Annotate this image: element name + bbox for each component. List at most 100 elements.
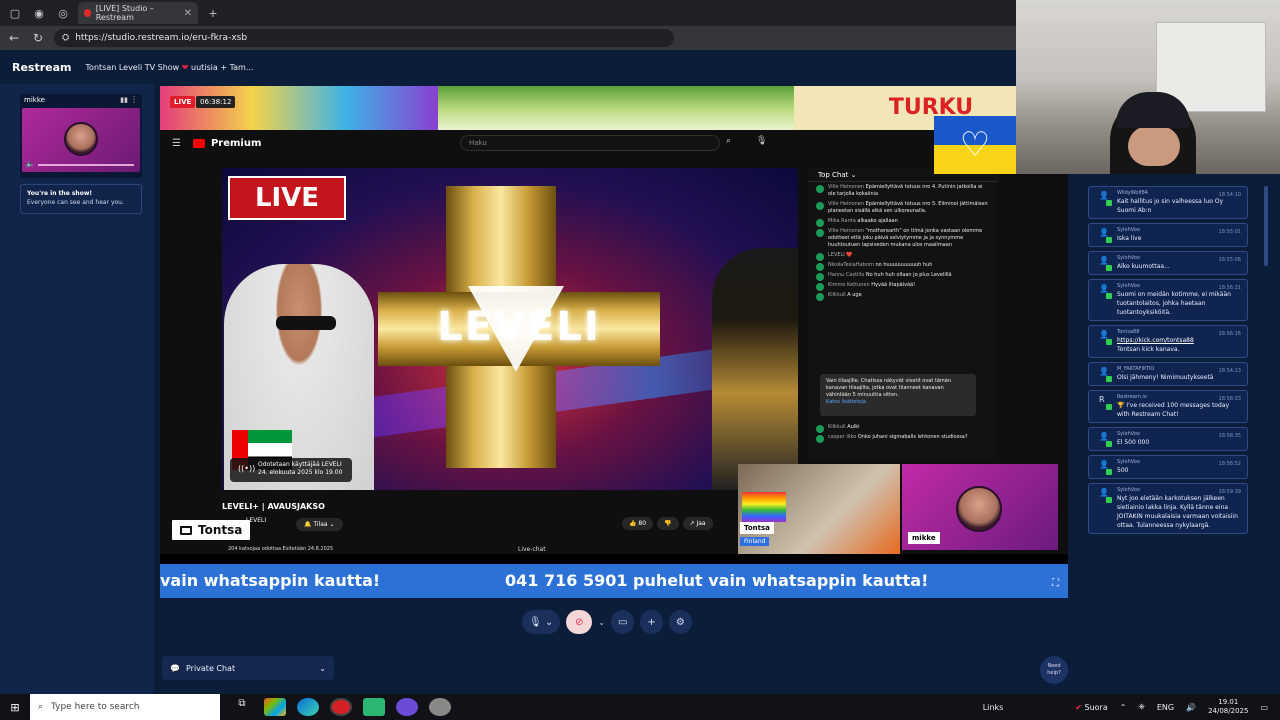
search-icon[interactable]: ⌕ bbox=[726, 136, 731, 146]
app-header: Restream Tontsan Leveli TV Show ❤ uutisi… bbox=[0, 50, 1016, 84]
menu-icon[interactable]: ☰ bbox=[172, 138, 181, 149]
mic-icon[interactable]: 🎙 bbox=[756, 136, 767, 146]
record-icon[interactable]: ◎ bbox=[54, 4, 72, 22]
youtube-search-input[interactable]: Haku bbox=[460, 135, 720, 151]
private-chat-label: Private Chat bbox=[185, 663, 236, 673]
chat-timestamp: 18:59:39 bbox=[1218, 489, 1241, 495]
youtube-logo[interactable]: Premium bbox=[192, 137, 262, 149]
guest-tile-mikke[interactable]: mikke bbox=[902, 464, 1058, 550]
avatar-icon: 👤 bbox=[1099, 488, 1109, 497]
mic-button[interactable]: 🎙 ⌄ bbox=[522, 610, 561, 634]
task-view-icon[interactable]: ⧉ bbox=[231, 698, 253, 716]
subscribe-label: Tilaa bbox=[313, 521, 328, 528]
close-tab-icon[interactable]: ✕ bbox=[184, 8, 192, 19]
site-info-icon[interactable]: ⛭ bbox=[62, 33, 69, 43]
dislike-button[interactable]: 👎 bbox=[657, 517, 679, 530]
participant-card[interactable]: mikke ▮▮ ⋮ 🔈 bbox=[20, 94, 142, 178]
notice-link[interactable]: Katso lisätietoja bbox=[826, 399, 866, 405]
avatar-icon: 👤 bbox=[1099, 256, 1109, 265]
workspaces-icon[interactable]: ◉ bbox=[30, 4, 48, 22]
camera-options-icon[interactable]: ⌄ bbox=[598, 618, 605, 627]
chat-text: Olsi jähmeny! Nimimuutykseetä bbox=[1117, 374, 1214, 381]
video-meta: 204 katsojaa odottaa Esitetään 24.8.2025 bbox=[228, 546, 334, 552]
app-icon-grey[interactable] bbox=[429, 698, 451, 716]
reload-icon[interactable]: ↻ bbox=[28, 31, 48, 45]
chat-link[interactable]: https://kick.com/tontsa88 bbox=[1117, 337, 1194, 344]
heart-outline-icon: ♡ bbox=[959, 125, 991, 165]
speaker-icon[interactable]: 🔈 bbox=[26, 160, 35, 168]
share-label: Jaa bbox=[696, 520, 706, 527]
help-button[interactable]: Need help? bbox=[1040, 656, 1068, 684]
host-nameplate: Tontsa bbox=[172, 520, 251, 540]
youtube-video[interactable]: LEVELI LIVE ((•)) Odotetaan käyttäjää LE… bbox=[222, 168, 798, 490]
chat-messages-2: Kilkkuli Aulki casper lilko Onko juhani … bbox=[814, 424, 990, 444]
address-bar-row: ← ↻ ⛭ https://studio.restream.io/eru-fkr… bbox=[0, 26, 1016, 50]
platform-icon bbox=[1106, 404, 1112, 410]
language-indicator[interactable]: ENG bbox=[1157, 703, 1174, 712]
fullscreen-icon[interactable]: ⛶ bbox=[1052, 578, 1059, 589]
show-title-suffix: uutisia + Tam... bbox=[188, 62, 254, 72]
share-screen-button[interactable]: ▭ bbox=[610, 610, 635, 634]
restream-app-icon[interactable] bbox=[330, 698, 352, 716]
subscribe-button[interactable]: 🔔 Tilaa ⌄ bbox=[296, 518, 343, 531]
signal-icon: ▮▮ bbox=[120, 96, 128, 104]
video-logo-text: LEVELI bbox=[437, 304, 601, 350]
app-icon-purple[interactable] bbox=[396, 698, 418, 716]
platform-icon bbox=[1106, 376, 1112, 382]
more-options-icon[interactable]: ⋮ bbox=[130, 95, 138, 104]
windows-start-icon[interactable]: ⊞ bbox=[0, 701, 30, 714]
chevron-up-icon[interactable]: ⌃ bbox=[1120, 703, 1127, 712]
platform-icon bbox=[1106, 339, 1112, 345]
add-button[interactable]: + bbox=[640, 610, 663, 634]
youtube-play-icon bbox=[192, 138, 205, 148]
youtube-logo-text: Premium bbox=[210, 137, 262, 149]
like-button[interactable]: 👍 80 bbox=[622, 517, 654, 530]
platform-icon bbox=[1106, 293, 1112, 299]
app-icon-1[interactable] bbox=[264, 698, 286, 716]
stage-preview[interactable]: TURKU LIVE 06:38:12 ☰ Premium Haku ⌕ 🎙 L… bbox=[160, 86, 1068, 598]
tab-actions-icon[interactable]: ▢ bbox=[6, 4, 24, 22]
chat-timestamp: 18:54:10 bbox=[1218, 192, 1241, 198]
gear-icon: ⚙ bbox=[675, 616, 685, 628]
edge-icon[interactable] bbox=[297, 698, 319, 716]
live-dot-icon bbox=[84, 9, 91, 17]
chat-notice: Vain tilaajille. Chatissa näkyvät viesti… bbox=[820, 374, 976, 416]
camera-off-button[interactable]: ⊘ bbox=[566, 610, 593, 634]
chat-text: Alko kuumottaa... bbox=[1117, 263, 1170, 270]
settings-button[interactable]: ⚙ bbox=[668, 610, 692, 634]
chat-user: casper lilko bbox=[828, 434, 857, 440]
stream-timer: 06:38:12 bbox=[196, 96, 236, 108]
chat-timestamp: 18:55:06 bbox=[1218, 257, 1241, 263]
system-tray: Links ✔ Suora ⌃ ⎈ ENG 🔊 19.01 24/08/2025 … bbox=[983, 698, 1280, 716]
restream-chat-message: 👤 SylohVoo 18:55:01 Iska live bbox=[1088, 223, 1248, 247]
restream-logo[interactable]: Restream bbox=[12, 61, 72, 74]
app-icon-green[interactable] bbox=[363, 698, 385, 716]
clock[interactable]: 19.01 24/08/2025 bbox=[1208, 698, 1248, 716]
suora-app[interactable]: ✔ Suora bbox=[1075, 703, 1107, 712]
notification-icon[interactable]: ▭ bbox=[1260, 703, 1268, 712]
chat-text: Hyvää iltapäivää! bbox=[871, 282, 916, 288]
platform-icon bbox=[1106, 265, 1112, 271]
tab-restream[interactable]: [LIVE] Studio – Restream ✕ bbox=[78, 2, 198, 24]
taskbar-search-placeholder: Type here to search bbox=[51, 702, 140, 712]
chat-user: Hannu Castillo bbox=[828, 272, 865, 278]
show-title[interactable]: Tontsan Leveli TV Show ❤ uutisia + Tam..… bbox=[86, 63, 254, 72]
show-title-prefix: Tontsan Leveli TV Show bbox=[85, 62, 182, 72]
chat-text: no huuuuuuuuuuh huh bbox=[875, 262, 933, 268]
links-toolbar[interactable]: Links bbox=[983, 703, 1004, 712]
guest-tile-tontsa[interactable]: Tontsa Finland bbox=[738, 464, 900, 554]
participant-name: mikke bbox=[24, 96, 45, 104]
network-icon[interactable]: ⎈ bbox=[1138, 702, 1144, 712]
chat-text: Aulki bbox=[847, 424, 860, 430]
private-chat-toggle[interactable]: 💬 Private Chat ⌄ bbox=[162, 656, 334, 680]
chat-text: A uge bbox=[847, 292, 862, 298]
info-title: You're in the show! bbox=[27, 190, 93, 197]
chat-scrollbar[interactable] bbox=[1264, 186, 1268, 266]
url-field[interactable]: ⛭ https://studio.restream.io/eru-fkra-xs… bbox=[54, 29, 674, 47]
taskbar-search[interactable]: ⌕ Type here to search bbox=[30, 694, 220, 720]
share-button[interactable]: ↗ Jaa bbox=[682, 517, 713, 530]
volume-icon[interactable]: 🔊 bbox=[1186, 703, 1196, 712]
chat-timestamp: 18:56:31 bbox=[1218, 285, 1241, 291]
new-tab-button[interactable]: + bbox=[204, 4, 222, 22]
back-icon[interactable]: ← bbox=[4, 31, 24, 45]
